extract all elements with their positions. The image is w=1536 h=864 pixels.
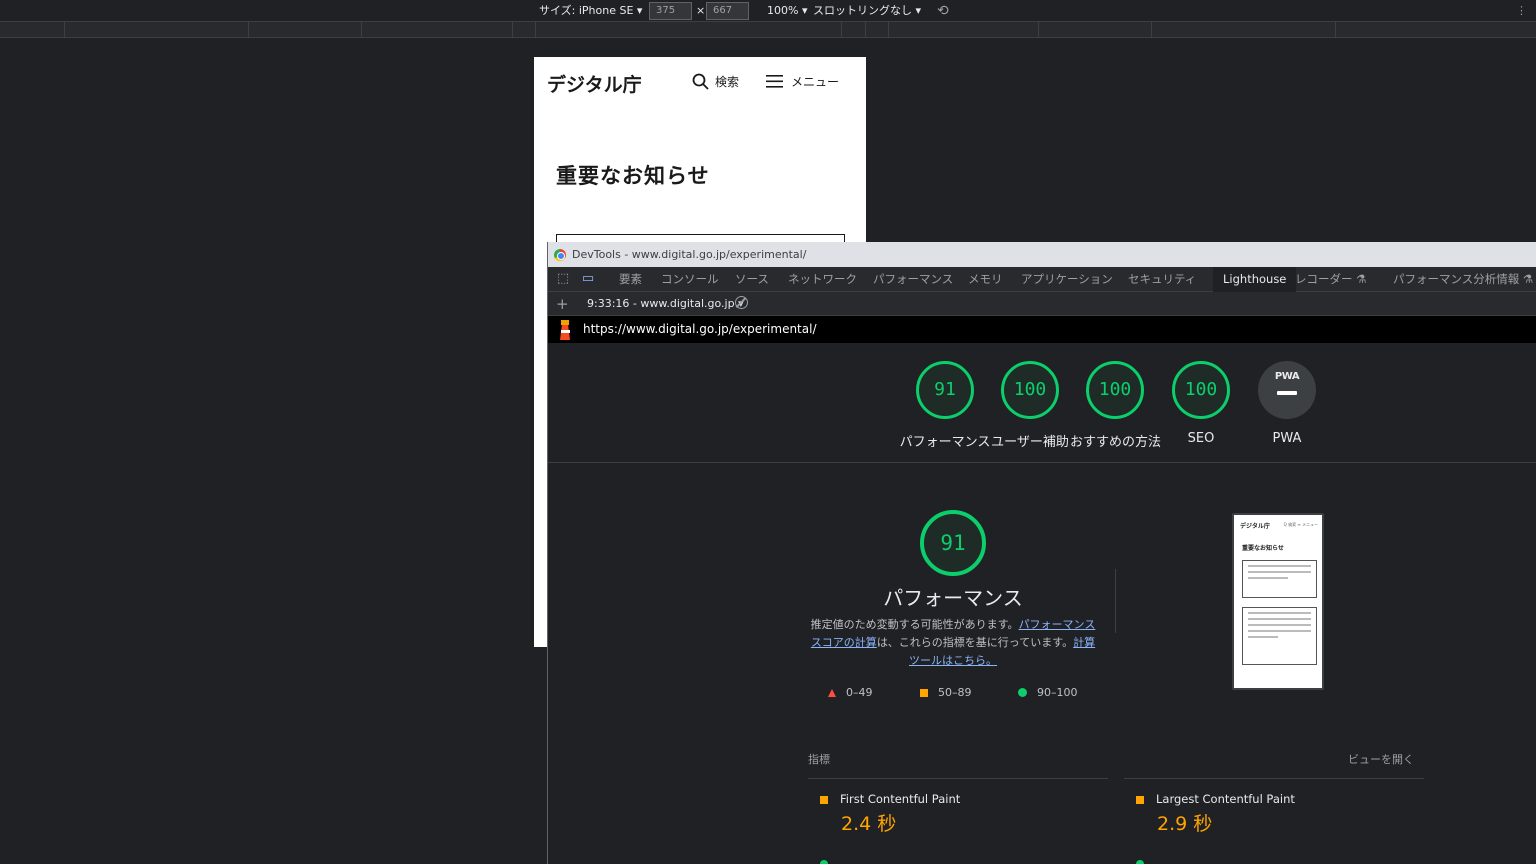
search-icon [692, 73, 709, 90]
tab-recorder[interactable]: レコーダー ⚗ [1295, 267, 1366, 292]
device-size-dropdown[interactable]: サイズ: iPhone SE ▾ [539, 3, 642, 19]
legend-average: 50–89 [920, 686, 972, 699]
metrics-header: 指標 ビューを開く [808, 751, 1424, 767]
lighthouse-toolbar: + 9:33:16 - www.digital.go.jp ▾ [548, 292, 1536, 316]
gauge-performance[interactable]: 91 パフォーマンス [896, 361, 994, 450]
dimension-separator: × [696, 4, 706, 17]
gauge-score: 91 [916, 361, 974, 419]
final-screenshot-thumbnail[interactable]: デジタル庁 Q 検索 ≡ メニュー 重要なお知らせ [1232, 513, 1324, 690]
metric-name: Largest Contentful Paint [1156, 792, 1295, 806]
pwa-badge-icon: PWA [1258, 361, 1316, 419]
inspect-element-icon[interactable]: ⬚ [556, 272, 570, 286]
legend-fail: 0–49 [828, 686, 873, 699]
gauge-label: ユーザー補助 [991, 435, 1069, 450]
page-title: 重要なお知らせ [556, 164, 710, 188]
clear-reports-icon[interactable] [735, 296, 748, 309]
expand-view-toggle[interactable]: ビューを開く [1348, 751, 1414, 767]
zoom-dropdown[interactable]: 100% ▾ [767, 3, 807, 19]
tab-elements[interactable]: 要素 [619, 267, 642, 292]
devtools-window-title: DevTools - www.digital.go.jp/experimenta… [572, 248, 807, 261]
chrome-icon [554, 248, 566, 261]
gauge-score: 100 [1001, 361, 1059, 419]
device-width-input[interactable]: 375 [649, 2, 692, 20]
metric-fcp: First Contentful Paint 2.4 秒 [808, 778, 1108, 835]
site-search-button[interactable]: 検索 [692, 73, 739, 90]
more-options-icon[interactable]: ⋮ [1516, 3, 1527, 19]
site-menu-button[interactable]: メニュー [766, 73, 839, 90]
device-toolbar: サイズ: iPhone SE ▾ 375 × 667 100% ▾ スロットリン… [0, 0, 1536, 22]
average-square-icon [820, 796, 828, 804]
report-selector[interactable]: 9:33:16 - www.digital.go.jp ▾ [587, 297, 744, 310]
performance-title: パフォーマンス [883, 586, 1023, 610]
lighthouse-report: 91 パフォーマンス 100 ユーザー補助 100 おすすめの方法 100 SE… [548, 343, 1536, 864]
gauge-label: SEO [1187, 431, 1215, 446]
tab-console[interactable]: コンソール [661, 267, 719, 292]
pass-circle-icon [1018, 688, 1027, 697]
gauge-best-practices[interactable]: 100 おすすめの方法 [1070, 361, 1162, 450]
site-menu-label: メニュー [791, 75, 840, 89]
legend-pass: 90–100 [1018, 686, 1078, 699]
gauge-label: パフォーマンス [899, 435, 991, 450]
new-report-icon[interactable]: + [556, 295, 569, 313]
metric-lcp: Largest Contentful Paint 2.9 秒 [1124, 778, 1424, 835]
tab-lighthouse[interactable]: Lighthouse [1213, 267, 1297, 292]
lighthouse-icon [560, 320, 570, 340]
gauge-label: PWA [1272, 431, 1302, 446]
tab-memory[interactable]: メモリ [968, 267, 1003, 292]
gauge-accessibility[interactable]: 100 ユーザー補助 [986, 361, 1074, 450]
tab-security[interactable]: セキュリティ [1128, 267, 1196, 292]
report-url-bar: https://www.digital.go.jp/experimental/ [548, 316, 1536, 343]
metric-value: 2.9 秒 [1157, 813, 1213, 835]
site-logo[interactable]: デジタル庁 [547, 70, 642, 97]
device-height-input[interactable]: 667 [706, 2, 749, 20]
media-query-ruler[interactable] [0, 22, 1536, 38]
metric-value: 2.4 秒 [841, 813, 897, 835]
tab-performance-insights[interactable]: パフォーマンス分析情報 ⚗ [1393, 267, 1533, 292]
site-search-label: 検索 [715, 75, 740, 89]
gauge-pwa[interactable]: PWA PWA [1242, 361, 1332, 446]
gauge-seo[interactable]: 100 SEO [1156, 361, 1246, 446]
devtools-window: DevTools - www.digital.go.jp/experimenta… [547, 242, 1536, 864]
fail-triangle-icon [828, 688, 836, 697]
throttle-dropdown[interactable]: スロットリングなし ▾ [813, 3, 921, 19]
device-toggle-icon[interactable]: ▭ [581, 272, 595, 286]
section-divider [548, 462, 1536, 463]
metric-next-row [1124, 860, 1424, 864]
gauge-label: おすすめの方法 [1070, 435, 1162, 450]
metric-name: First Contentful Paint [840, 792, 961, 806]
metric-next-row [808, 860, 1108, 864]
tab-network[interactable]: ネットワーク [788, 267, 857, 292]
tab-performance[interactable]: パフォーマンス [873, 267, 953, 292]
tab-application[interactable]: アプリケーション [1021, 267, 1113, 292]
metrics-label: 指標 [808, 753, 830, 766]
tab-sources[interactable]: ソース [735, 267, 769, 292]
performance-description: 推定値のため変動する可能性があります。パフォーマンス スコアの計算は、これらの指… [810, 618, 1096, 667]
hamburger-icon [766, 75, 783, 88]
report-url[interactable]: https://www.digital.go.jp/experimental/ [583, 322, 817, 336]
performance-score-gauge: 91 [920, 510, 986, 576]
devtools-tab-bar: ⬚ ▭ 要素 コンソール ソース ネットワーク パフォーマンス メモリ アプリケ… [548, 267, 1536, 292]
gauge-score: 100 [1172, 361, 1230, 419]
rotate-icon[interactable]: ⟲ [937, 3, 949, 19]
average-square-icon [920, 688, 928, 697]
gauge-score: 100 [1086, 361, 1144, 419]
average-square-icon [1136, 796, 1144, 804]
devtools-titlebar: DevTools - www.digital.go.jp/experimenta… [548, 242, 1536, 267]
vertical-divider [1115, 569, 1116, 633]
